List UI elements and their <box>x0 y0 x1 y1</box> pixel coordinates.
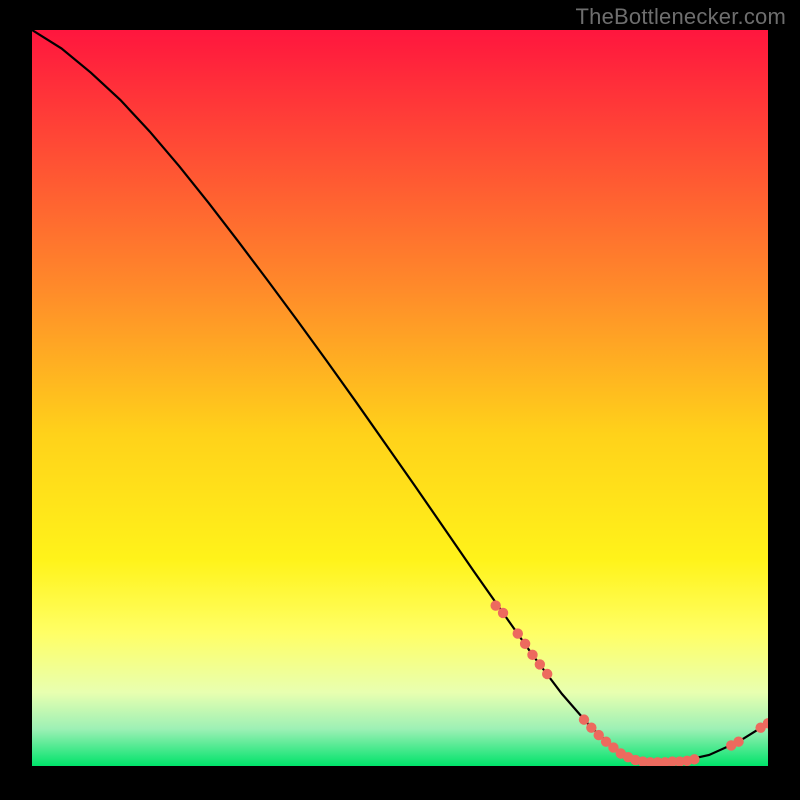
chart-frame: TheBottlenecker.com <box>0 0 800 800</box>
data-point <box>498 608 508 618</box>
gradient-background <box>32 30 768 766</box>
data-point <box>586 723 596 733</box>
data-point <box>520 639 530 649</box>
data-point <box>542 669 552 679</box>
chart-svg <box>32 30 768 766</box>
data-point <box>579 714 589 724</box>
plot-area <box>32 30 768 766</box>
data-point <box>689 754 699 764</box>
data-point <box>513 628 523 638</box>
data-point <box>527 650 537 660</box>
data-point <box>535 659 545 669</box>
data-point <box>490 600 500 610</box>
data-point <box>733 737 743 747</box>
watermark-label: TheBottlenecker.com <box>576 4 786 30</box>
